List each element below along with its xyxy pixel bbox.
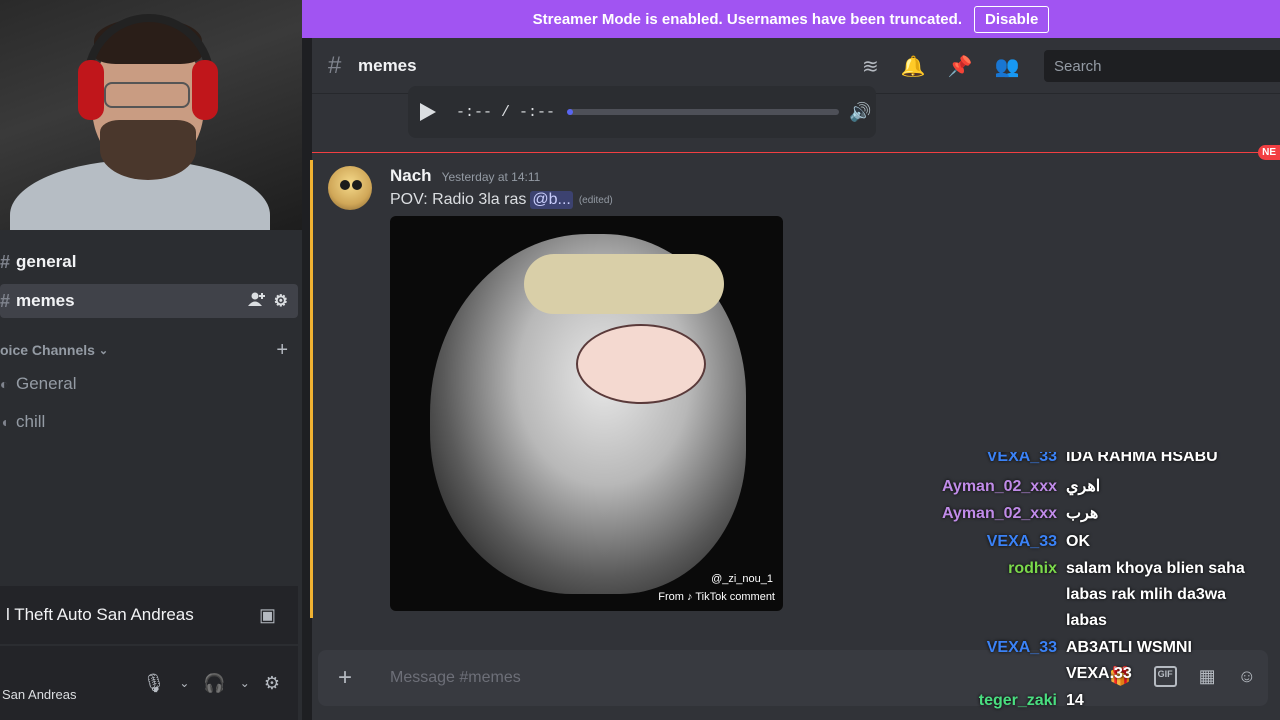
- volume-icon[interactable]: 🔊: [849, 102, 871, 123]
- message-body: POV: Radio 3la ras @b... (edited): [390, 191, 613, 209]
- chat-nick: Ayman_02_xxx: [941, 505, 1057, 522]
- voice-channel-chill[interactable]: ◖ chill: [0, 405, 298, 439]
- channel-label: chill: [16, 412, 46, 431]
- user-status: San Andreas: [2, 686, 77, 702]
- chevron-down-icon[interactable]: ⌄: [240, 676, 250, 690]
- add-channel-icon[interactable]: +: [276, 339, 288, 362]
- activity-panel: l Theft Auto San Andreas ▣: [0, 586, 298, 644]
- add-attachment-icon[interactable]: +: [338, 664, 360, 692]
- hash-icon: #: [328, 51, 342, 79]
- channel-memes[interactable]: # memes ⚙: [0, 284, 298, 318]
- message-timestamp: Yesterday at 14:11: [441, 170, 541, 184]
- speaker-icon: ◐: [0, 376, 9, 392]
- chevron-down-icon: ⌄: [98, 344, 109, 357]
- webcam-overlay: [0, 0, 302, 230]
- disable-button[interactable]: Disable: [973, 5, 1050, 33]
- message-text: POV: Radio 3la ras: [390, 191, 527, 208]
- chat-line: Ayman_02_xxx هرب: [940, 501, 1261, 527]
- chat-line: VEXA_33 AB3ATLI WSMNI VEXA.33: [940, 635, 1261, 687]
- chat-nick: Ayman_02_xxx: [941, 478, 1057, 495]
- banner-text: Streamer Mode is enabled. Usernames have…: [532, 10, 962, 28]
- voice-channel-general[interactable]: ◐ General: [0, 367, 298, 401]
- chat-text: salam khoya blien saha labas rak mlih da…: [1066, 560, 1245, 629]
- chat-text: اهري: [1066, 478, 1101, 495]
- category-label: oice Channels: [0, 342, 95, 358]
- gear-icon[interactable]: ⚙: [274, 291, 288, 312]
- chat-line: rodhix salam khoya blien saha labas rak …: [940, 556, 1261, 634]
- message-input[interactable]: Message #memes: [390, 669, 521, 687]
- brain-image: [576, 324, 706, 404]
- dog-image: [524, 254, 724, 314]
- headphones-icon[interactable]: 🎧: [203, 673, 225, 694]
- watermark-source: From ♪ TikTok comment: [658, 591, 775, 603]
- edited-label: (edited): [578, 194, 613, 206]
- audio-progress[interactable]: [567, 109, 840, 115]
- chat-text: AB3ATLI WSMNI VEXA.33: [1066, 639, 1192, 682]
- avatar[interactable]: [328, 166, 372, 210]
- audio-time: -:-- / -:--: [456, 103, 556, 121]
- mention-highlight-bar: [310, 160, 313, 618]
- chat-line: VEXA_33 OK: [940, 529, 1261, 555]
- chat-text: OK: [1066, 533, 1090, 550]
- chat-nick: VEXA_33: [986, 452, 1057, 465]
- invite-icon[interactable]: [247, 291, 266, 312]
- bell-icon[interactable]: 🔔: [901, 54, 926, 79]
- user-mention[interactable]: @b...: [530, 191, 573, 209]
- screen-share-icon[interactable]: ▣: [259, 605, 276, 626]
- discord-window: # general # memes ⚙ oice Channels ⌄ + ◐ …: [0, 0, 1280, 720]
- pin-icon[interactable]: 📌: [948, 54, 973, 79]
- threads-icon[interactable]: ≋: [862, 54, 879, 79]
- chat-text: IDA RAHMA HSABU: [1066, 452, 1218, 465]
- chat-text: 14: [1066, 692, 1084, 709]
- channel-sidebar: # general # memes ⚙ oice Channels ⌄ + ◐ …: [0, 0, 302, 720]
- message-author[interactable]: Nach: [390, 166, 432, 186]
- channel-label: memes: [16, 291, 75, 310]
- chat-line: VEXA_33 IDA RAHMA HSABU: [940, 452, 1261, 470]
- channel-general[interactable]: # general: [0, 245, 298, 279]
- channel-title: memes: [358, 55, 417, 75]
- channel-label: general: [16, 252, 77, 271]
- hash-icon: #: [0, 251, 11, 272]
- hash-icon: #: [0, 290, 11, 311]
- watermark-handle: @_zi_nou_1: [711, 573, 773, 585]
- audio-player: -:-- / -:-- 🔊: [408, 86, 876, 138]
- members-icon[interactable]: 👥: [995, 54, 1020, 79]
- user-panel: San Andreas 🎙 ⌄ 🎧 ⌄ ⚙: [0, 646, 298, 720]
- chat-line: teger_zaki 14: [940, 688, 1261, 714]
- new-messages-divider: [312, 152, 1280, 153]
- search-input[interactable]: Search: [1044, 50, 1280, 82]
- chat-nick: VEXA_33: [986, 533, 1057, 550]
- video-attachment[interactable]: @_zi_nou_1 From ♪ TikTok comment: [390, 216, 783, 611]
- chat-text: هرب: [1066, 505, 1099, 522]
- message-header: Nach Yesterday at 14:11: [390, 166, 540, 186]
- play-icon[interactable]: [420, 103, 436, 121]
- chevron-down-icon[interactable]: ⌄: [179, 676, 189, 690]
- chat-nick: rodhix: [1008, 560, 1057, 577]
- chat-nick: teger_zaki: [978, 692, 1057, 709]
- speaker-icon: ◖: [0, 414, 9, 430]
- stream-chat-overlay: VEXA_33 IDA RAHMA HSABU Ayman_02_xxx اهر…: [940, 452, 1270, 720]
- chat-line: Ayman_02_xxx اهري: [940, 474, 1261, 500]
- streamer-mode-banner: Streamer Mode is enabled. Usernames have…: [302, 0, 1280, 38]
- search-placeholder: Search: [1054, 57, 1102, 75]
- microphone-icon[interactable]: 🎙: [142, 673, 165, 694]
- activity-game: l Theft Auto San Andreas: [6, 605, 194, 624]
- user-settings-icon[interactable]: ⚙: [264, 673, 280, 694]
- channel-label: General: [16, 374, 77, 393]
- chat-nick: VEXA_33: [986, 639, 1057, 656]
- new-badge: NE: [1258, 145, 1280, 160]
- voice-category-header[interactable]: oice Channels ⌄: [0, 342, 108, 358]
